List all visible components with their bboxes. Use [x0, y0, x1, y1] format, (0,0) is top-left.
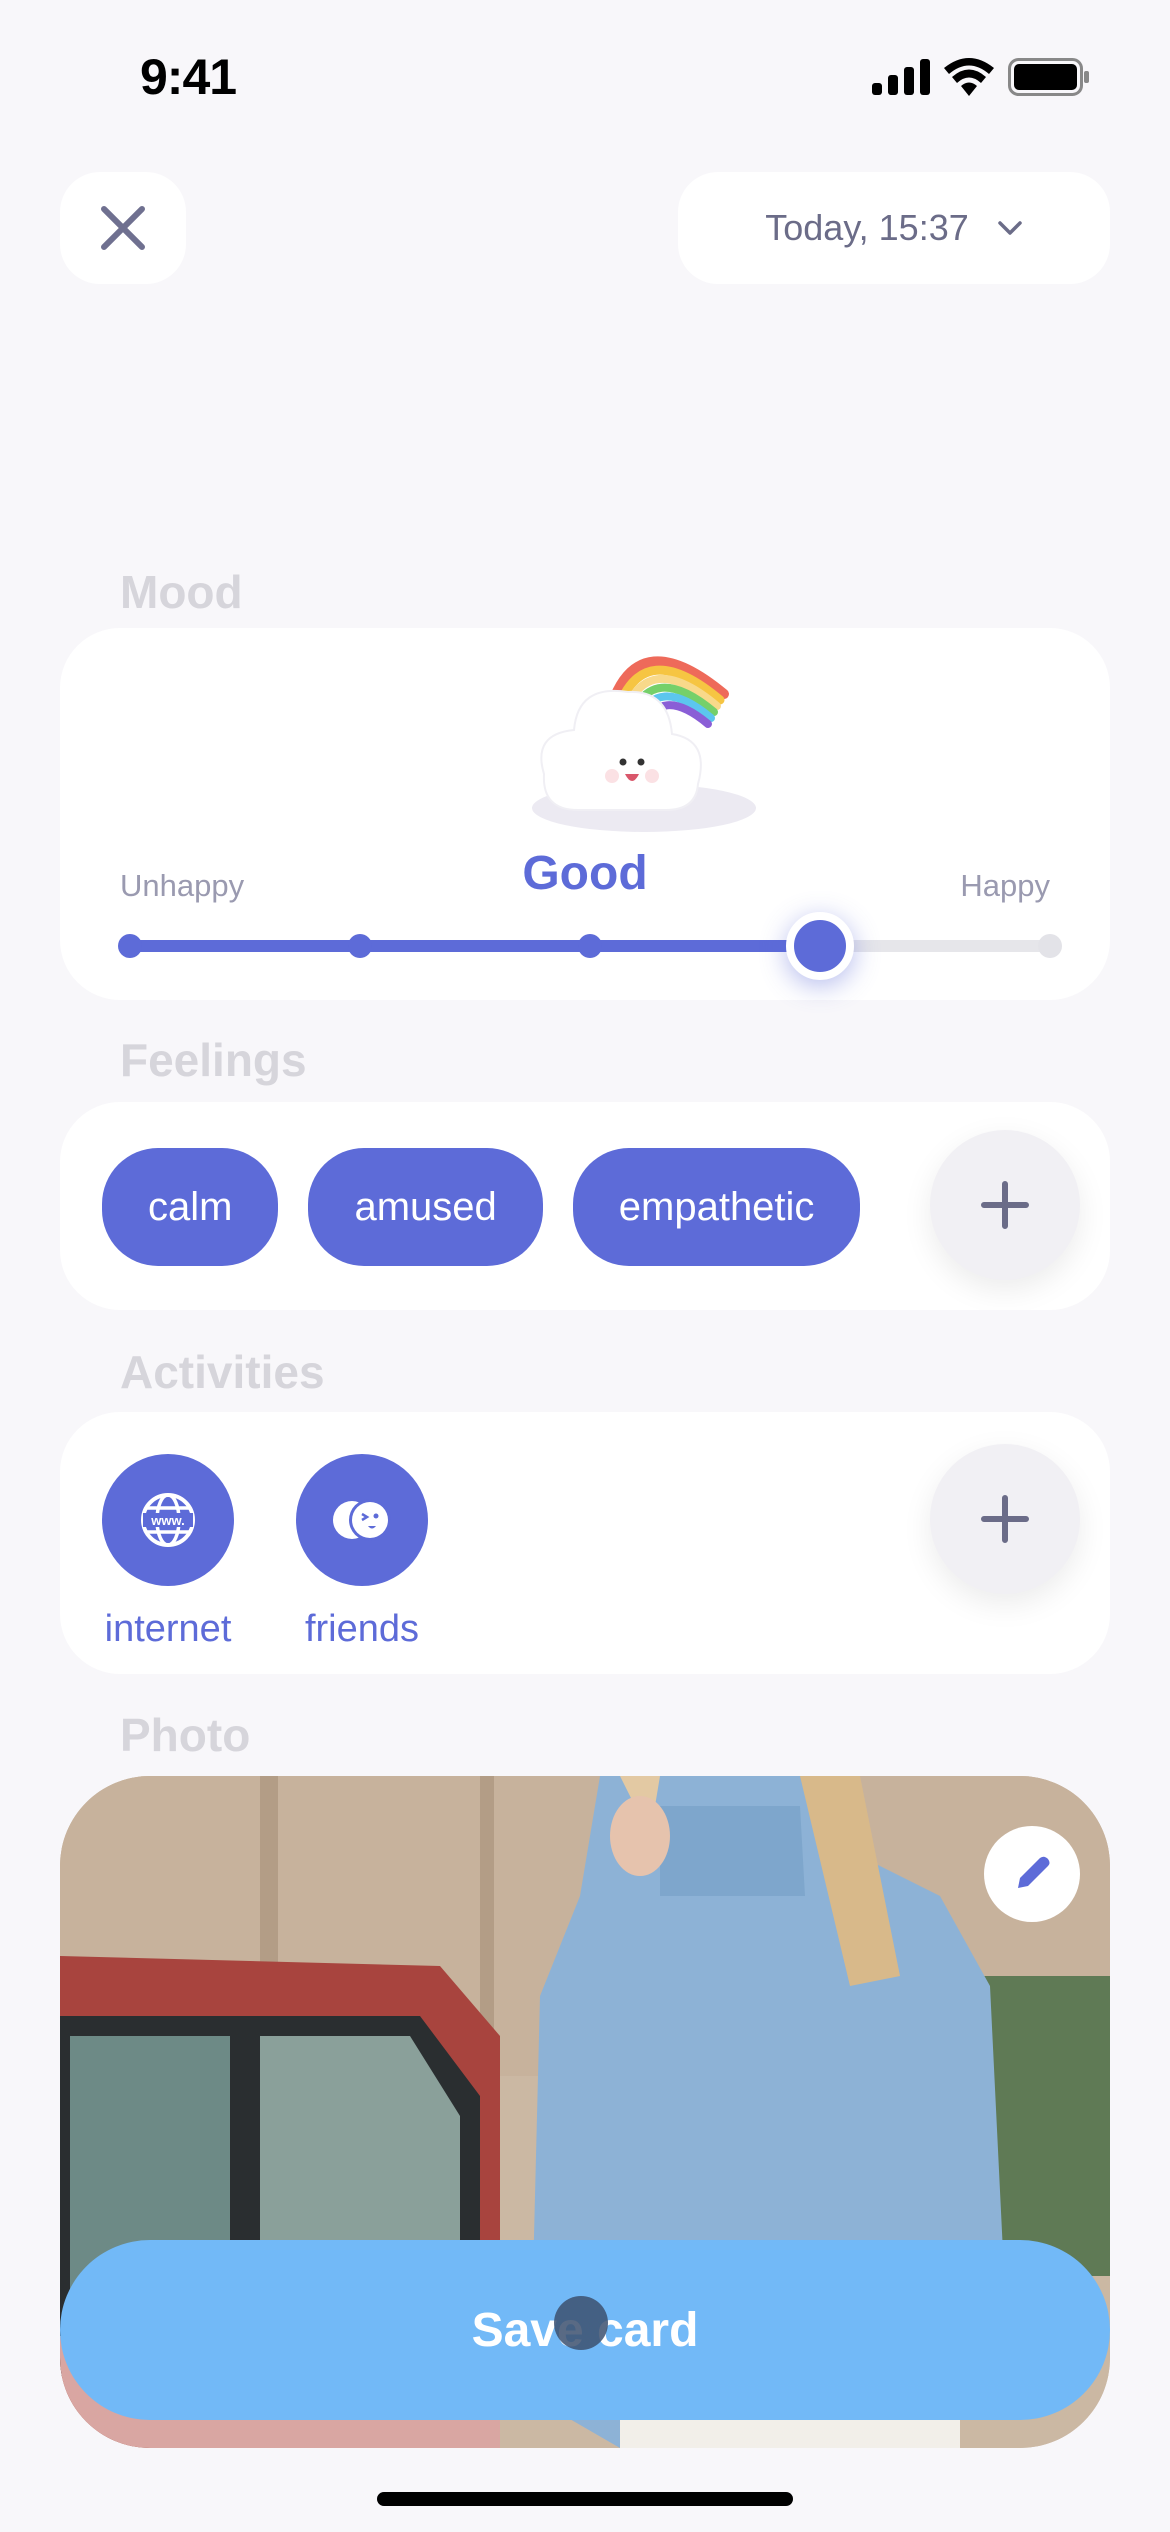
cellular-signal-icon — [872, 59, 930, 95]
edit-photo-button[interactable] — [984, 1826, 1080, 1922]
cloud-rainbow-illustration — [532, 656, 756, 832]
slider-handle[interactable] — [786, 912, 854, 980]
feeling-chip[interactable]: calm — [102, 1148, 279, 1266]
touch-indicator — [554, 2296, 608, 2350]
mood-card: Unhappy Good Happy — [60, 628, 1110, 1000]
mood-slider[interactable] — [118, 912, 1062, 980]
activities-section-label: Activities — [120, 1346, 325, 1398]
feelings-card: calm amused empathetic is — [60, 1102, 1110, 1310]
mood-section-label: Mood — [120, 566, 243, 618]
friends-faces-icon — [333, 1499, 391, 1541]
svg-text:www.: www. — [150, 1513, 184, 1528]
pencil-icon — [1018, 1856, 1050, 1888]
mood-value-label: Good — [522, 847, 648, 900]
activities-card: www. internet friends — [60, 1412, 1110, 1674]
feeling-chip[interactable]: amused — [308, 1148, 543, 1266]
activity-icon-circle: www. — [102, 1454, 234, 1586]
date-label: Today, 15:37 — [765, 207, 969, 248]
plus-icon — [981, 1181, 1029, 1229]
chevron-down-icon — [997, 221, 1022, 235]
add-activity-button[interactable] — [930, 1444, 1080, 1594]
slider-fill — [130, 940, 820, 952]
slider-stop[interactable] — [118, 934, 142, 958]
slider-stop[interactable] — [578, 934, 602, 958]
activity-friends[interactable]: friends — [282, 1454, 442, 1651]
battery-icon — [1008, 58, 1089, 96]
activity-label: internet — [104, 1608, 232, 1650]
feelings-section-label: Feelings — [120, 1034, 307, 1086]
globe-www-icon: www. — [141, 1493, 195, 1547]
slider-stop[interactable] — [348, 934, 372, 958]
wifi-icon — [944, 58, 994, 96]
mood-max-label: Happy — [960, 868, 1050, 903]
plus-icon — [981, 1495, 1029, 1543]
status-time: 9:41 — [140, 49, 237, 105]
close-icon — [101, 206, 145, 250]
feelings-chip-row: calm amused empathetic is — [102, 1148, 1072, 1266]
close-button[interactable] — [60, 172, 186, 284]
feeling-chip[interactable]: empathetic — [572, 1148, 861, 1266]
photo-section-label: Photo — [120, 1709, 251, 1761]
activity-icon-circle — [296, 1454, 428, 1586]
status-icons — [872, 58, 1090, 96]
add-feeling-button[interactable] — [930, 1130, 1080, 1280]
date-picker-button[interactable]: Today, 15:37 — [678, 172, 1110, 284]
activity-internet[interactable]: www. internet — [88, 1454, 248, 1651]
slider-stop[interactable] — [1038, 934, 1062, 958]
home-indicator[interactable] — [377, 2492, 793, 2506]
activity-label: friends — [304, 1608, 420, 1650]
